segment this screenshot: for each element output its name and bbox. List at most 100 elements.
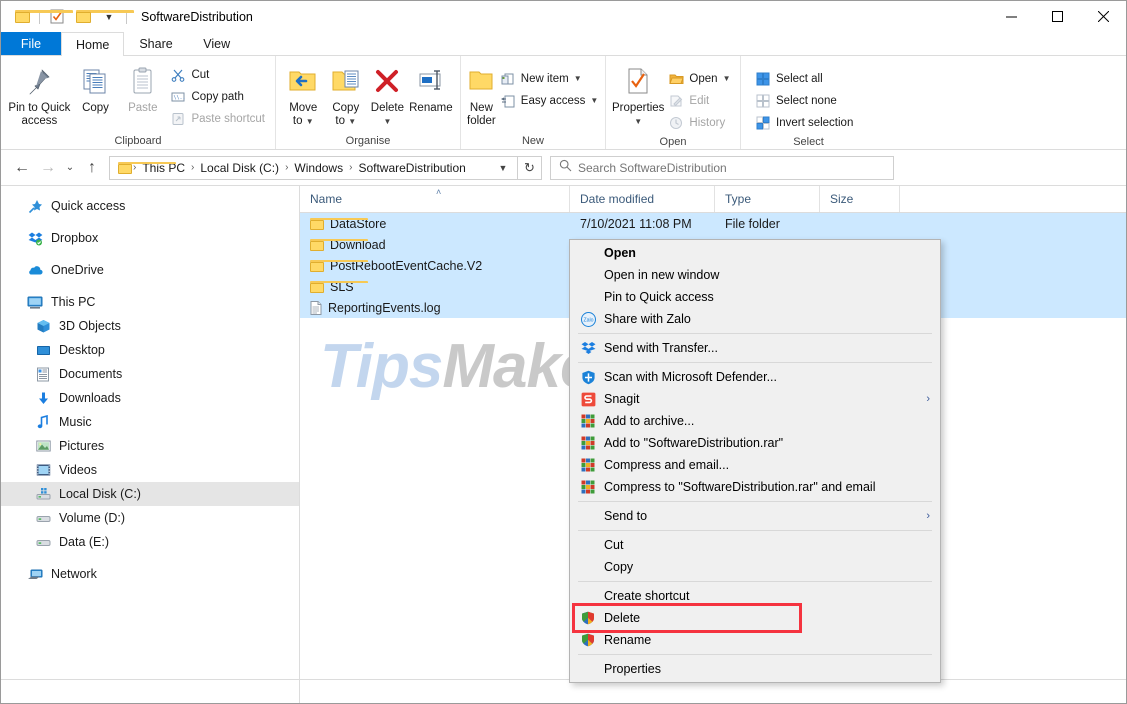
winrar-icon bbox=[578, 457, 598, 473]
move-to-button[interactable]: Move to ▼ bbox=[282, 60, 325, 128]
menu-item-share-with-zalo[interactable]: Zalo Share with Zalo bbox=[570, 308, 940, 330]
file-name: ReportingEvents.log bbox=[328, 300, 441, 315]
menu-item-cut[interactable]: Cut bbox=[570, 534, 940, 556]
menu-item-properties[interactable]: Properties bbox=[570, 658, 940, 680]
menu-item-open-in-new-window[interactable]: Open in new window bbox=[570, 264, 940, 286]
paste-shortcut-button[interactable]: Paste shortcut bbox=[166, 108, 269, 130]
column-header-type[interactable]: Type bbox=[715, 186, 820, 212]
back-button[interactable]: ← bbox=[9, 155, 35, 181]
table-row[interactable]: DataStore 7/10/2021 11:08 PM File folder bbox=[300, 213, 1126, 234]
menu-item-scan-with-microsoft-defender[interactable]: Scan with Microsoft Defender... bbox=[570, 366, 940, 388]
column-header-date-modified[interactable]: Date modified bbox=[570, 186, 715, 212]
paste-shortcut-icon bbox=[170, 111, 186, 127]
sidebar-item-volume-d[interactable]: Volume (D:) bbox=[1, 506, 299, 530]
edit-button[interactable]: Edit bbox=[664, 90, 734, 112]
menu-item-compress-and-email[interactable]: Compress and email... bbox=[570, 454, 940, 476]
column-header-size[interactable]: Size bbox=[820, 186, 900, 212]
menu-item-send-to[interactable]: Send to › bbox=[570, 505, 940, 527]
column-header-name[interactable]: Name ˄ bbox=[300, 186, 570, 212]
history-button[interactable]: History bbox=[664, 112, 734, 134]
sidebar-item-onedrive[interactable]: OneDrive bbox=[1, 258, 299, 282]
paste-button[interactable]: Paste bbox=[119, 60, 166, 115]
select-none-button[interactable]: Select none bbox=[751, 90, 857, 112]
pin-to-quick-access-button[interactable]: Pin to Quick access bbox=[7, 60, 72, 128]
nav-gap-3 bbox=[1, 282, 299, 290]
qat-customize-dropdown-icon[interactable]: ▼ bbox=[96, 4, 122, 30]
maximize-button[interactable] bbox=[1034, 1, 1080, 32]
breadcrumb-item-softwaredistribution[interactable]: SoftwareDistribution bbox=[353, 161, 470, 175]
rename-icon bbox=[416, 64, 446, 98]
cut-button[interactable]: Cut bbox=[166, 64, 269, 86]
menu-item-add-to-named-archive[interactable]: Add to "SoftwareDistribution.rar" bbox=[570, 432, 940, 454]
breadcrumb-item-local-disk[interactable]: Local Disk (C:) bbox=[195, 161, 284, 175]
menu-item-rename[interactable]: Rename bbox=[570, 629, 940, 651]
qat-new-folder-icon[interactable] bbox=[70, 4, 134, 30]
qat-folder-icon[interactable] bbox=[9, 4, 73, 30]
sidebar-item-this-pc[interactable]: This PC bbox=[1, 290, 299, 314]
sidebar-item-local-disk-c[interactable]: Local Disk (C:) bbox=[1, 482, 299, 506]
menu-item-pin-to-quick-access[interactable]: Pin to Quick access bbox=[570, 286, 940, 308]
properties-button[interactable]: Properties ▼ bbox=[612, 60, 664, 128]
sidebar-item-pictures[interactable]: Pictures bbox=[1, 434, 299, 458]
sidebar-item-desktop[interactable]: Desktop bbox=[1, 338, 299, 362]
menu-item-send-with-transfer[interactable]: Send with Transfer... bbox=[570, 337, 940, 359]
menu-item-compress-to-named-archive-and-email[interactable]: Compress to "SoftwareDistribution.rar" a… bbox=[570, 476, 940, 498]
sidebar-item-network[interactable]: Network bbox=[1, 562, 299, 586]
column-headers: Name ˄ Date modified Type Size bbox=[300, 186, 1126, 213]
refresh-button[interactable]: ↻ bbox=[518, 155, 542, 180]
select-small-buttons: Select all Select none Invert selection bbox=[747, 60, 857, 134]
sidebar-item-documents[interactable]: Documents bbox=[1, 362, 299, 386]
sidebar-item-dropbox[interactable]: Dropbox bbox=[1, 226, 299, 250]
new-folder-button[interactable]: New folder bbox=[467, 60, 496, 128]
forward-button[interactable]: → bbox=[35, 155, 61, 181]
breadcrumb-dropdown-icon[interactable]: ▼ bbox=[493, 157, 513, 179]
select-all-button[interactable]: Select all bbox=[751, 68, 857, 90]
easy-access-button[interactable]: Easy access ▼ bbox=[496, 90, 602, 112]
copy-button[interactable]: Copy bbox=[72, 60, 119, 115]
invert-selection-label: Invert selection bbox=[776, 117, 854, 129]
new-item-button[interactable]: New item ▼ bbox=[496, 68, 602, 90]
sidebar-item-music[interactable]: Music bbox=[1, 410, 299, 434]
cut-label: Cut bbox=[191, 69, 210, 81]
close-button[interactable] bbox=[1080, 1, 1126, 32]
new-folder-label: New folder bbox=[467, 102, 496, 127]
sidebar-item-data-e[interactable]: Data (E:) bbox=[1, 530, 299, 554]
rename-button[interactable]: Rename bbox=[408, 60, 454, 115]
recent-locations-button[interactable]: ⌄ bbox=[61, 155, 79, 181]
menu-item-open[interactable]: Open bbox=[570, 242, 940, 264]
copy-to-icon bbox=[331, 64, 361, 98]
sidebar-label: Documents bbox=[59, 367, 123, 381]
menu-item-delete[interactable]: Delete bbox=[570, 603, 940, 633]
menu-item-copy[interactable]: Copy bbox=[570, 556, 940, 578]
search-box[interactable]: Search SoftwareDistribution bbox=[550, 155, 894, 180]
menu-item-snagit[interactable]: Snagit › bbox=[570, 388, 940, 410]
qat-properties-icon[interactable] bbox=[44, 4, 70, 30]
open-button[interactable]: Open ▼ bbox=[664, 68, 734, 90]
breadcrumb-item-windows[interactable]: Windows bbox=[289, 161, 348, 175]
submenu-arrow-icon: › bbox=[926, 510, 930, 522]
menu-item-create-shortcut[interactable]: Create shortcut bbox=[570, 585, 940, 607]
invert-selection-button[interactable]: Invert selection bbox=[751, 112, 857, 134]
sidebar-item-downloads[interactable]: Downloads bbox=[1, 386, 299, 410]
select-group-caption: Select bbox=[793, 136, 824, 148]
network-icon bbox=[27, 566, 43, 582]
tab-home[interactable]: Home bbox=[61, 32, 125, 56]
tab-share[interactable]: Share bbox=[124, 32, 187, 55]
menu-item-add-to-archive[interactable]: Add to archive... bbox=[570, 410, 940, 432]
sidebar-item-quick-access[interactable]: Quick access bbox=[1, 194, 299, 218]
breadcrumb[interactable]: › This PC › Local Disk (C:) › Windows › … bbox=[109, 155, 518, 180]
copy-path-button[interactable]: \\.. Copy path bbox=[166, 86, 269, 108]
copy-to-button[interactable]: Copy to ▼ bbox=[325, 60, 368, 128]
delete-button[interactable]: Delete ▼ bbox=[367, 60, 408, 128]
sidebar-item-videos[interactable]: Videos bbox=[1, 458, 299, 482]
open-caret-icon: ▼ bbox=[722, 74, 731, 83]
tab-file[interactable]: File bbox=[1, 32, 61, 55]
desktop-icon bbox=[35, 342, 51, 358]
copy-label: Copy bbox=[82, 102, 109, 114]
music-icon bbox=[35, 414, 51, 430]
minimize-button[interactable] bbox=[988, 1, 1034, 32]
svg-text:\\..: \\.. bbox=[174, 95, 186, 101]
tab-view[interactable]: View bbox=[188, 32, 246, 55]
sidebar-item-3d-objects[interactable]: 3D Objects bbox=[1, 314, 299, 338]
up-button[interactable]: ↑ bbox=[79, 155, 105, 181]
